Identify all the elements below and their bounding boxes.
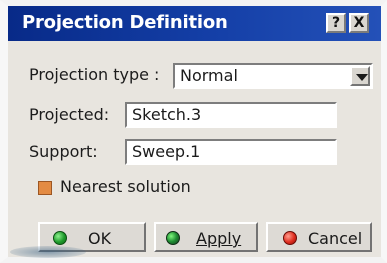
projection-type-dropdown[interactable]: Normal <box>173 63 373 89</box>
support-label: Support: <box>29 142 98 161</box>
support-field[interactable]: Sweep.1 <box>125 139 337 165</box>
projected-label: Projected: <box>29 105 110 124</box>
cancel-button[interactable]: Cancel <box>266 222 372 252</box>
projection-type-label: Projection type : <box>29 65 160 84</box>
apply-button-label: Apply <box>196 229 242 248</box>
dialog-content: Projection type : Normal Projected: Sket… <box>8 41 381 257</box>
chevron-down-icon[interactable] <box>350 66 370 86</box>
green-dot-icon <box>53 231 67 245</box>
ok-button-label: OK <box>88 229 112 248</box>
projected-field[interactable]: Sketch.3 <box>125 102 337 128</box>
red-dot-icon <box>283 231 297 245</box>
dialog-title: Projection Definition <box>22 12 228 33</box>
nearest-solution-label: Nearest solution <box>60 177 191 196</box>
cancel-button-label: Cancel <box>308 229 363 248</box>
close-button[interactable]: X <box>349 13 369 33</box>
green-dark-dot-icon <box>166 231 180 245</box>
projection-type-value: Normal <box>180 66 238 85</box>
help-button[interactable]: ? <box>326 13 346 33</box>
nearest-solution-checkbox[interactable] <box>38 181 52 195</box>
background-shadow <box>10 246 86 258</box>
title-bar[interactable]: Projection Definition ? X <box>8 6 381 41</box>
apply-button[interactable]: Apply <box>154 222 258 252</box>
